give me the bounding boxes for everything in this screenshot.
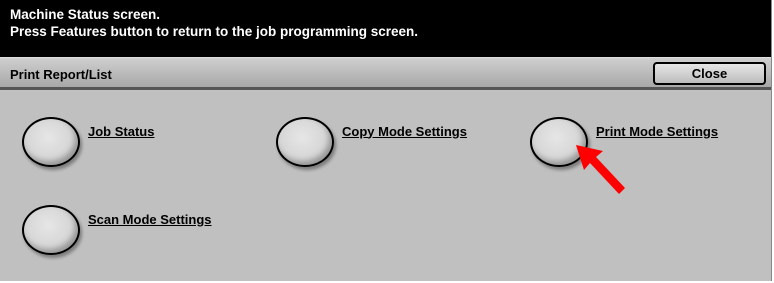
arrow-shape [576,145,625,194]
message-area: Machine Status screen. Press Features bu… [0,0,771,57]
title-bar: Print Report/List Close [0,57,771,90]
job-status-label[interactable]: Job Status [88,124,154,139]
copy-mode-settings-label[interactable]: Copy Mode Settings [342,124,467,139]
copy-mode-settings-radio[interactable] [276,117,334,167]
close-button[interactable]: Close [653,62,766,85]
copy-mode-settings-button[interactable]: Copy Mode Settings [276,117,467,167]
message-line-1: Machine Status screen. [10,7,161,22]
red-arrow-icon [576,145,625,194]
screen-title: Print Report/List [10,67,112,82]
message-line-2: Press Features button to return to the j… [10,24,419,39]
job-status-radio[interactable] [22,117,80,167]
job-status-button[interactable]: Job Status [22,117,154,167]
scan-mode-settings-radio[interactable] [22,205,80,255]
scan-mode-settings-button[interactable]: Scan Mode Settings [22,205,212,255]
print-mode-settings-label[interactable]: Print Mode Settings [596,124,718,139]
scan-mode-settings-label[interactable]: Scan Mode Settings [88,212,212,227]
machine-status-panel: Machine Status screen. Press Features bu… [0,0,772,281]
